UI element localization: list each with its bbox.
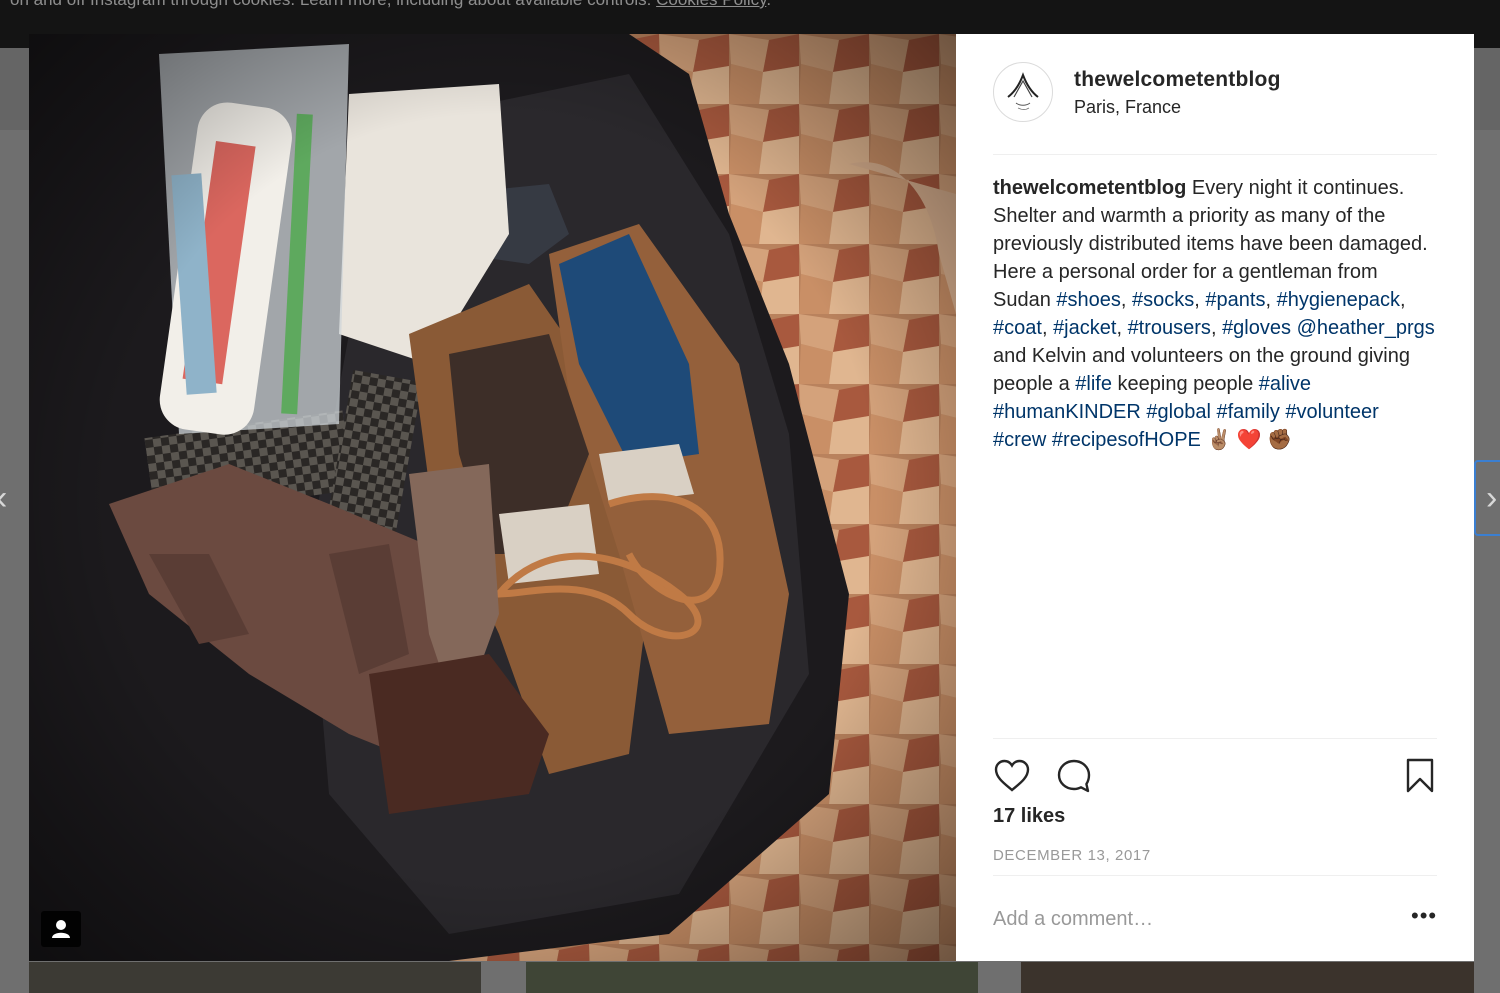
hashtag-link[interactable]: #life bbox=[1075, 373, 1112, 395]
caption-text: , bbox=[1194, 289, 1206, 311]
post-details-panel: thewelcometentblog Paris, France thewelc… bbox=[956, 34, 1474, 961]
post-caption: thewelcometentblog Every night it contin… bbox=[993, 174, 1437, 454]
background-thumbnail[interactable] bbox=[526, 962, 978, 993]
hashtag-link[interactable]: #pants bbox=[1205, 289, 1265, 311]
user-tag-icon bbox=[52, 920, 70, 938]
caption-text: keeping people bbox=[1112, 373, 1259, 395]
hashtag-link[interactable]: #jacket bbox=[1053, 317, 1116, 339]
like-button[interactable] bbox=[993, 757, 1033, 797]
hashtag-link[interactable]: #volunteer bbox=[1285, 401, 1378, 423]
cookies-policy-link[interactable]: Cookies Policy bbox=[656, 0, 766, 9]
caption-text: , bbox=[1265, 289, 1277, 311]
hashtag-link[interactable]: #humanKINDER bbox=[993, 401, 1141, 423]
mention-link[interactable]: @heather_prgs bbox=[1297, 317, 1435, 339]
next-post-arrow[interactable]: › bbox=[1486, 478, 1497, 518]
hashtag-link[interactable]: #coat bbox=[993, 317, 1042, 339]
hashtag-link[interactable]: #global bbox=[1146, 401, 1211, 423]
user-tag-button[interactable] bbox=[41, 911, 81, 947]
heart-icon bbox=[994, 759, 1030, 792]
hashtag-link[interactable]: #shoes bbox=[1056, 289, 1121, 311]
comment-button[interactable] bbox=[1055, 757, 1095, 797]
hashtag-link[interactable]: #gloves bbox=[1222, 317, 1291, 339]
hashtag-link[interactable]: #family bbox=[1216, 401, 1279, 423]
hashtag-link[interactable]: #hygienepack bbox=[1277, 289, 1400, 311]
save-button[interactable] bbox=[1403, 757, 1443, 797]
comment-icon bbox=[1057, 759, 1091, 793]
post-modal: thewelcometentblog Paris, France thewelc… bbox=[29, 34, 1474, 961]
like-count[interactable]: 17 likes bbox=[993, 805, 1065, 828]
cookie-banner-text: on and off Instagram through cookies. Le… bbox=[10, 0, 771, 14]
hashtag-link[interactable]: #recipesofHOPE bbox=[1052, 429, 1201, 451]
more-options-button[interactable]: ••• bbox=[1411, 903, 1441, 932]
previous-post-arrow[interactable]: ‹ bbox=[0, 478, 7, 518]
comment-composer: ••• bbox=[993, 875, 1437, 962]
bookmark-icon bbox=[1406, 758, 1434, 793]
hashtag-link[interactable]: #trousers bbox=[1128, 317, 1211, 339]
caption-text: , bbox=[1041, 317, 1054, 339]
post-header: thewelcometentblog Paris, France bbox=[993, 62, 1437, 155]
hashtag-link[interactable]: #crew bbox=[993, 429, 1046, 451]
caption-text: , bbox=[1116, 317, 1128, 339]
ellipsis-icon: ••• bbox=[1411, 903, 1438, 928]
caption-text: , bbox=[1400, 289, 1406, 311]
tent-logo-icon bbox=[1007, 72, 1039, 110]
post-photo[interactable] bbox=[29, 34, 956, 961]
hashtag-link[interactable]: #alive bbox=[1259, 373, 1311, 395]
caption-username[interactable]: thewelcometentblog bbox=[993, 177, 1186, 199]
caption-text: ✌🏽 ❤️ ✊🏾 bbox=[1200, 429, 1293, 451]
comment-input[interactable] bbox=[993, 902, 1383, 936]
background-thumbnail[interactable] bbox=[29, 962, 481, 993]
caption-text: , bbox=[1210, 317, 1223, 339]
post-date[interactable]: DECEMBER 13, 2017 bbox=[993, 847, 1151, 864]
caption-text: , bbox=[1120, 289, 1133, 311]
post-actions: 17 likes DECEMBER 13, 2017 bbox=[993, 738, 1437, 877]
post-author-username[interactable]: thewelcometentblog bbox=[1074, 68, 1281, 92]
post-photo-illustration bbox=[29, 34, 956, 961]
hashtag-link[interactable]: #socks bbox=[1132, 289, 1194, 311]
background-thumbnail[interactable] bbox=[1021, 962, 1474, 993]
avatar[interactable] bbox=[993, 62, 1053, 122]
post-location[interactable]: Paris, France bbox=[1074, 97, 1181, 118]
